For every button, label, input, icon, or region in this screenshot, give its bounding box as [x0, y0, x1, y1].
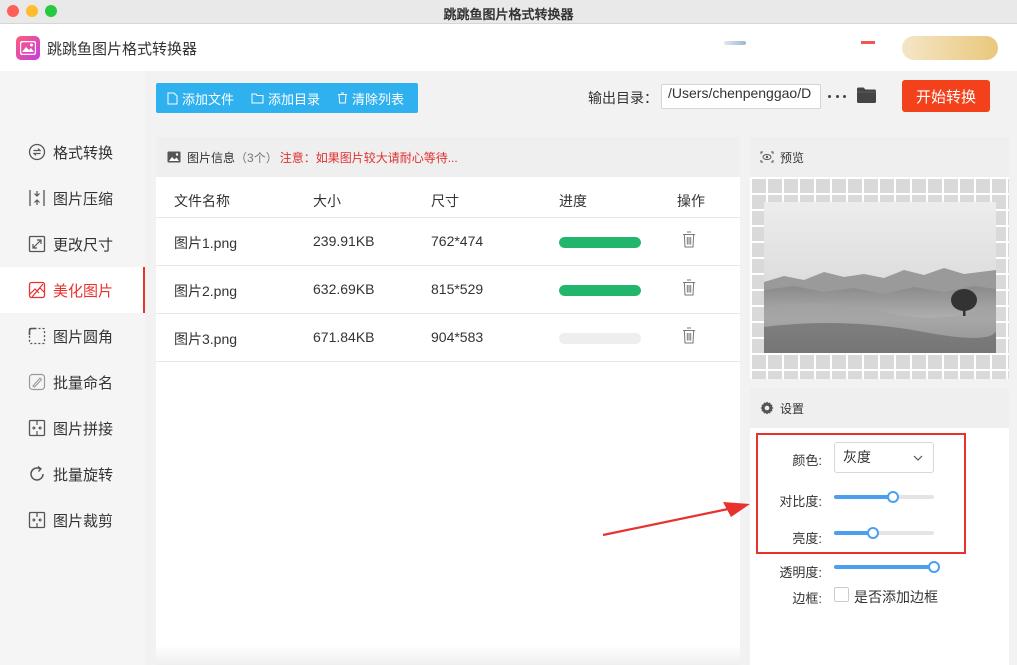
delete-trash-icon[interactable] [682, 279, 696, 296]
rotate-icon [28, 465, 46, 483]
gear-icon [760, 401, 774, 415]
file-count: （3个） [235, 150, 278, 165]
panel-bottom-fade [156, 645, 740, 665]
sidebar-item-rename[interactable]: 批量命名 [0, 359, 145, 405]
preview-header: 预览 [750, 137, 1009, 177]
file-toolbar: 添加文件 添加目录 清除列表 [156, 83, 418, 113]
add-directory-button[interactable]: 添加目录 [251, 83, 320, 113]
app-logo-icon [16, 36, 40, 60]
crop-icon [28, 511, 46, 529]
progress-bar [559, 237, 641, 248]
trash-icon [338, 92, 348, 104]
red-arrow-annotation [602, 502, 750, 537]
window-titlebar: 跳跳鱼图片格式转换器 [0, 0, 1017, 24]
compress-icon [28, 189, 46, 207]
progress-bar [559, 285, 641, 296]
file-list-title: 图片信息 [187, 150, 236, 165]
app-name: 跳跳鱼图片格式转换器 [47, 41, 198, 58]
convert-icon [28, 143, 46, 161]
round-corner-icon [28, 327, 46, 345]
table-divider [156, 265, 740, 266]
file-warning: 注意：如果图片较大请耐心等待... [279, 150, 458, 165]
add-file-button[interactable]: 添加文件 [167, 83, 234, 113]
sidebar-item-beautify[interactable]: 美化图片 [0, 267, 145, 313]
preview-image [764, 202, 996, 353]
sidebar-item-format-convert[interactable]: 格式转换 [0, 129, 145, 175]
file-size: 671.84KB [313, 329, 375, 345]
file-name: 图片3.png [174, 331, 238, 347]
add-border-checkbox-label[interactable]: 是否添加边框 [854, 587, 938, 607]
opacity-slider-handle[interactable] [928, 561, 940, 573]
sidebar-item-resize[interactable]: 更改尺寸 [0, 221, 145, 267]
resize-icon [28, 235, 46, 253]
image-icon [167, 151, 181, 163]
table-divider [156, 313, 740, 314]
open-folder-icon[interactable] [856, 86, 877, 107]
add-directory-label: 添加目录 [268, 91, 321, 107]
sidebar-item-label: 图片压缩 [53, 190, 114, 208]
opacity-label: 透明度: [779, 565, 822, 580]
output-directory-input[interactable]: /Users/chenpenggao/D [661, 84, 821, 109]
file-name: 图片1.png [174, 235, 238, 251]
header-vip-badge[interactable] [902, 36, 998, 60]
stitch-icon [28, 419, 46, 437]
table-divider [156, 361, 740, 362]
highlight-box-annotation [756, 433, 966, 554]
preview-eye-icon [760, 151, 774, 163]
file-size: 239.91KB [313, 233, 375, 249]
file-dimensions: 762*474 [431, 233, 484, 249]
sidebar-item-compress[interactable]: 图片压缩 [0, 175, 145, 221]
column-header-size: 大小 [313, 193, 341, 209]
border-label: 边框: [792, 591, 822, 606]
sidebar-item-label: 批量命名 [53, 374, 114, 392]
file-dimensions: 815*529 [431, 281, 484, 297]
output-directory-label: 输出目录： [588, 90, 658, 106]
sidebar-item-label: 批量旋转 [53, 466, 114, 484]
folder-icon [251, 93, 264, 103]
settings-header: 设置 [750, 388, 1009, 428]
sidebar-item-label: 格式转换 [53, 144, 114, 162]
window-title: 跳跳鱼图片格式转换器 [443, 7, 574, 22]
file-list-header: 图片信息 （3个） 注意：如果图片较大请耐心等待... [156, 137, 740, 177]
clear-list-button[interactable]: 清除列表 [337, 83, 404, 113]
sidebar-item-label: 美化图片 [53, 282, 114, 300]
app-header: 跳跳鱼图片格式转换器 [0, 24, 1017, 71]
sidebar-item-stitch[interactable]: 图片拼接 [0, 405, 145, 451]
sidebar-item-label: 图片裁剪 [53, 512, 114, 530]
column-header-name: 文件名称 [174, 193, 230, 209]
beautify-icon [28, 281, 46, 299]
header-user-icon[interactable] [724, 41, 746, 45]
rename-icon [28, 373, 46, 391]
sidebar-item-label: 更改尺寸 [53, 236, 114, 254]
add-file-label: 添加文件 [182, 91, 235, 107]
column-header-progress: 进度 [559, 193, 587, 209]
start-convert-button[interactable]: 开始转换 [902, 80, 990, 112]
sidebar-item-crop[interactable]: 图片裁剪 [0, 497, 145, 543]
sidebar-item-round-corner[interactable]: 图片圆角 [0, 313, 145, 359]
table-divider [156, 217, 740, 218]
file-icon [167, 92, 178, 104]
opacity-slider[interactable] [834, 561, 940, 573]
file-dimensions: 904*583 [431, 329, 484, 345]
column-header-dimensions: 尺寸 [431, 193, 459, 209]
more-options-icon[interactable] [828, 88, 846, 104]
settings-title: 设置 [780, 401, 805, 416]
file-name: 图片2.png [174, 283, 238, 299]
delete-trash-icon[interactable] [682, 327, 696, 344]
clear-list-label: 清除列表 [352, 91, 405, 107]
file-size: 632.69KB [313, 281, 375, 297]
sidebar-item-label: 图片圆角 [53, 328, 114, 346]
column-header-action: 操作 [677, 193, 705, 209]
file-list-panel: 图片信息 （3个） 注意：如果图片较大请耐心等待... 文件名称 大小 尺寸 进… [156, 137, 740, 665]
sidebar-item-rotate[interactable]: 批量旋转 [0, 451, 145, 497]
preview-title: 预览 [780, 150, 805, 165]
delete-trash-icon[interactable] [682, 231, 696, 248]
sidebar-item-label: 图片拼接 [53, 420, 114, 438]
add-border-checkbox[interactable] [834, 587, 849, 602]
progress-bar [559, 333, 641, 344]
header-flag-icon[interactable] [861, 41, 875, 44]
